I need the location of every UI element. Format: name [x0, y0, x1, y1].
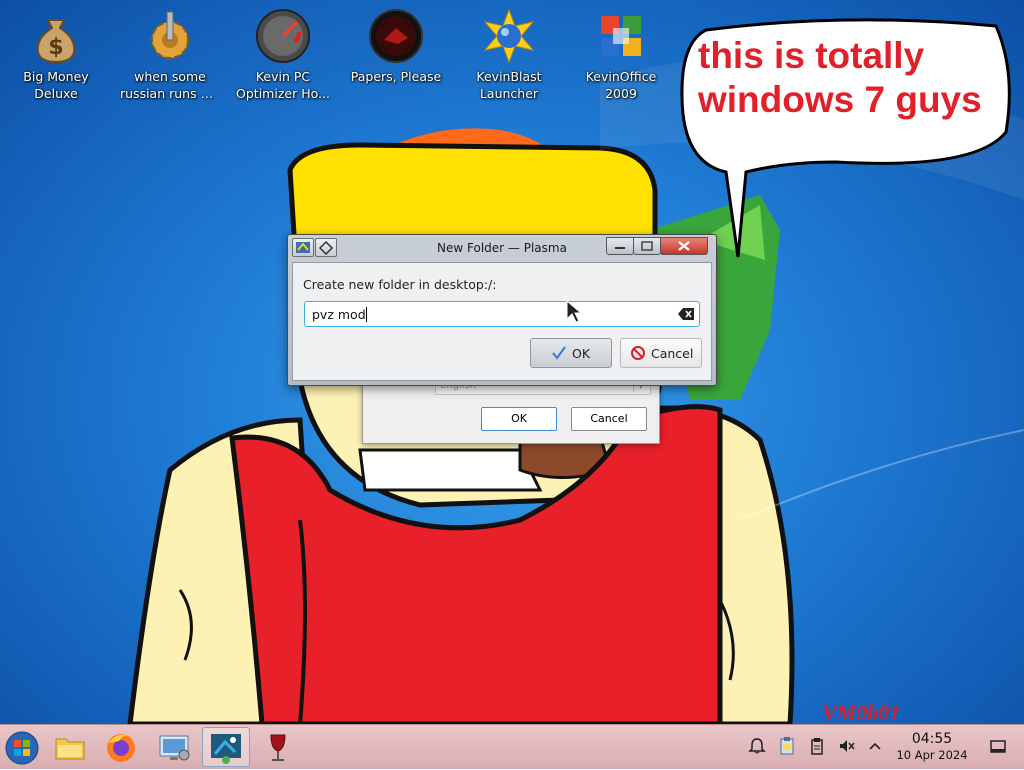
settings-monitor-icon	[159, 735, 190, 761]
new-folder-dialog: New Folder — Plasma Create new folder in…	[287, 234, 717, 386]
minimize-button[interactable]	[606, 237, 634, 255]
office-icon	[593, 8, 649, 64]
back-ok-button[interactable]: OK	[481, 407, 557, 431]
checkmark-icon	[552, 346, 566, 360]
folder-icon	[55, 738, 85, 760]
text-caret	[365, 307, 367, 322]
show-desktop-icon[interactable]	[988, 736, 1008, 756]
kevinblast-icon	[481, 8, 537, 64]
wine-glass-icon	[270, 734, 286, 761]
clock-date: 10 Apr 2024	[896, 748, 968, 762]
taskbar-wine[interactable]	[256, 727, 300, 767]
taskbar-file-manager[interactable]	[48, 727, 92, 767]
clipboard-icon[interactable]	[807, 736, 827, 756]
taskbar-kde-app-active[interactable]	[202, 727, 250, 767]
desktop-icon-big-money[interactable]: $ Big Money Deluxe	[6, 8, 106, 102]
desktop-icon-kevinblast[interactable]: KevinBlast Launcher	[459, 8, 559, 102]
desktop-icon-kevin-pc-optimizer[interactable]: Kevin PC Optimizer Ho...	[233, 8, 333, 102]
close-icon	[678, 241, 690, 251]
taskbar: 04:55 10 Apr 2024	[0, 724, 1024, 769]
folder-name-value: pvz mod	[312, 307, 366, 322]
dialog-body: Create new folder in desktop:/: pvz mod …	[292, 262, 712, 381]
start-button[interactable]	[0, 727, 44, 767]
maximize-icon	[641, 241, 653, 251]
papers-please-icon	[368, 8, 424, 64]
speech-bubble: this is totally windows 7 guys	[676, 12, 1018, 262]
desktop[interactable]: $ Big Money Deluxe when some russian run…	[0, 0, 1024, 724]
svg-text:$: $	[48, 35, 63, 60]
desktop-icon-russian[interactable]: when some russian runs a...	[120, 8, 220, 102]
money-bag-icon: $	[28, 8, 84, 64]
start-orb-icon	[5, 731, 39, 765]
dialog-prompt: Create new folder in desktop:/:	[303, 277, 497, 292]
clear-text-icon[interactable]	[677, 307, 695, 324]
volume-muted-icon[interactable]	[837, 736, 857, 756]
speedometer-icon	[255, 8, 311, 64]
taskbar-clock[interactable]: 04:55 10 Apr 2024	[890, 731, 974, 762]
watermark: VM0b01	[822, 700, 901, 724]
cancel-icon	[631, 346, 645, 360]
bubble-text: this is totally windows 7 guys	[698, 35, 982, 120]
ok-button[interactable]: OK	[530, 338, 612, 368]
minimize-icon	[615, 247, 625, 249]
clipboard-app-icon[interactable]	[777, 736, 797, 756]
clock-time: 04:55	[911, 731, 953, 747]
desktop-icon-papers-please[interactable]: Papers, Please	[346, 8, 446, 85]
notifications-icon[interactable]	[747, 736, 767, 756]
taskbar-system-settings[interactable]	[152, 727, 196, 767]
firefox-icon	[107, 734, 135, 762]
desktop-icon-kevinoffice[interactable]: KevinOffice 2009	[571, 8, 671, 102]
close-button[interactable]	[660, 237, 708, 255]
kde-app-icon	[211, 734, 241, 764]
cancel-button[interactable]: Cancel	[620, 338, 702, 368]
chevron-up-icon[interactable]	[865, 736, 885, 756]
mouse-cursor	[566, 300, 582, 323]
taskbar-firefox[interactable]	[99, 727, 143, 767]
back-cancel-button[interactable]: Cancel	[571, 407, 647, 431]
dialog-titlebar[interactable]: New Folder — Plasma	[288, 235, 716, 259]
gear-icon	[142, 8, 198, 64]
maximize-button[interactable]	[633, 237, 661, 255]
folder-name-input[interactable]: pvz mod	[304, 301, 700, 327]
